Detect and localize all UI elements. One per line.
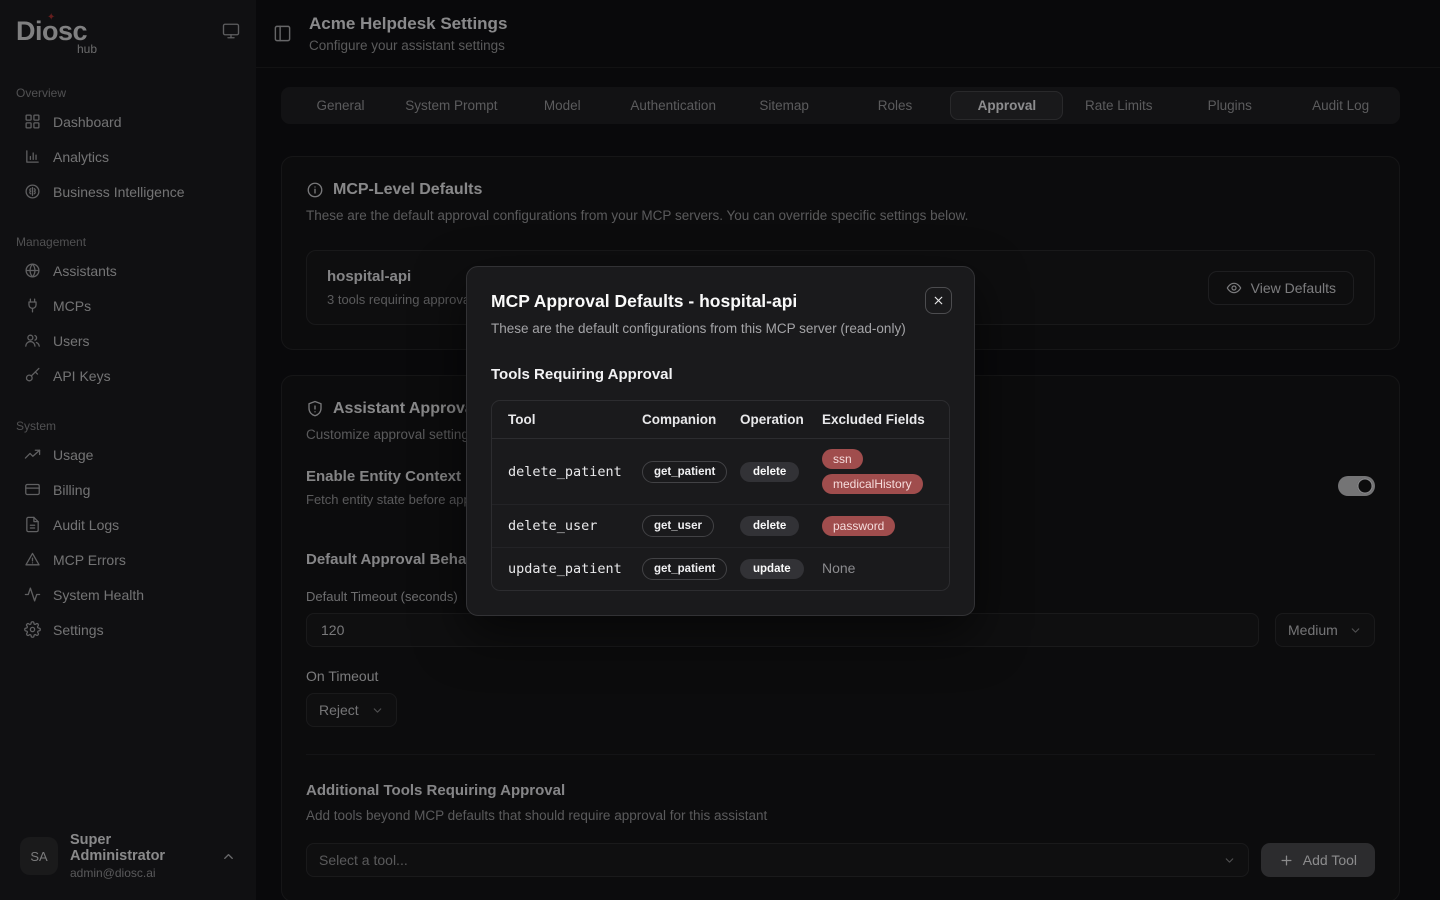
operation-badge: delete bbox=[740, 462, 799, 482]
table-row: update_patient get_patient update None bbox=[492, 548, 949, 590]
close-icon bbox=[932, 294, 945, 307]
excluded-field-badge: ssn bbox=[822, 449, 863, 469]
operation-badge: update bbox=[740, 559, 804, 579]
col-tool: Tool bbox=[500, 401, 634, 438]
excluded-field-badge: password bbox=[822, 516, 895, 536]
col-companion: Companion bbox=[634, 401, 732, 438]
table-header-row: Tool Companion Operation Excluded Fields bbox=[492, 401, 949, 439]
modal-header: MCP Approval Defaults - hospital-api The… bbox=[491, 291, 950, 336]
companion-badge: get_user bbox=[642, 515, 714, 537]
col-operation: Operation bbox=[732, 401, 814, 438]
operation-badge: delete bbox=[740, 516, 799, 536]
close-button[interactable] bbox=[925, 287, 952, 314]
excluded-none: None bbox=[822, 560, 855, 576]
modal-title-block: MCP Approval Defaults - hospital-api The… bbox=[491, 291, 906, 336]
tool-name: delete_patient bbox=[508, 464, 622, 480]
excluded-field-badge: medicalHistory bbox=[822, 474, 923, 494]
tools-table: Tool Companion Operation Excluded Fields… bbox=[491, 400, 950, 591]
tool-name: update_patient bbox=[508, 561, 622, 577]
modal-subtitle: These are the default configurations fro… bbox=[491, 321, 906, 336]
modal-section-title: Tools Requiring Approval bbox=[491, 366, 950, 383]
table-row: delete_patient get_patient delete ssn me… bbox=[492, 439, 949, 505]
table-row: delete_user get_user delete password bbox=[492, 505, 949, 548]
tool-name: delete_user bbox=[508, 518, 597, 534]
mcp-approval-defaults-modal: MCP Approval Defaults - hospital-api The… bbox=[466, 266, 975, 616]
col-excluded-fields: Excluded Fields bbox=[814, 401, 941, 438]
modal-title: MCP Approval Defaults - hospital-api bbox=[491, 291, 906, 312]
companion-badge: get_patient bbox=[642, 558, 727, 580]
companion-badge: get_patient bbox=[642, 461, 727, 483]
